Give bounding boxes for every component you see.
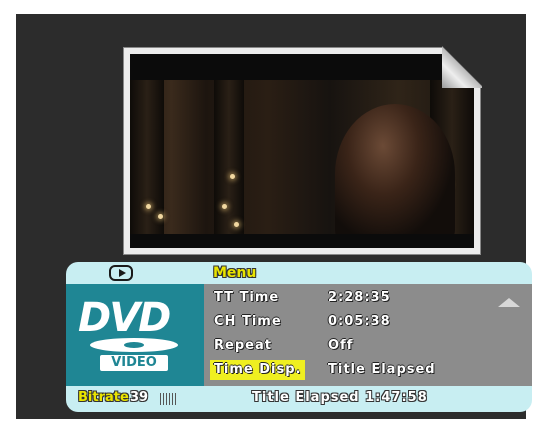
disc-shape xyxy=(90,338,178,352)
settings-list: TT Time 2:28:35 CH Time 0:05:38 Repeat O… xyxy=(204,284,532,386)
setting-row-ch-time[interactable]: CH Time 0:05:38 xyxy=(204,312,532,336)
status-bar: Bitrate 39 Title Elapsed 1:47:58 xyxy=(66,386,532,412)
logo-sub: VIDEO xyxy=(100,355,168,371)
setting-label-selected: Time Disp. xyxy=(210,360,306,380)
candle-light xyxy=(222,204,227,209)
meter-tick xyxy=(160,393,161,405)
candle-light xyxy=(146,204,151,209)
setting-label: Repeat xyxy=(214,338,272,353)
meter-tick xyxy=(166,393,167,405)
candle-light xyxy=(230,174,235,179)
scene-pillar xyxy=(214,80,244,234)
video-preview xyxy=(130,54,474,248)
dvd-video-logo: DVD VIDEO xyxy=(66,284,204,386)
scroll-up-icon[interactable] xyxy=(498,298,520,307)
bitrate-label: Bitrate xyxy=(78,390,129,405)
bitrate-value: 39 xyxy=(130,390,149,405)
setting-row-tt-time[interactable]: TT Time 2:28:35 xyxy=(204,288,532,312)
meter-tick xyxy=(163,393,164,405)
setting-value: Title Elapsed xyxy=(328,362,436,377)
setting-label: TT Time xyxy=(214,290,280,305)
setting-label: CH Time xyxy=(214,314,282,329)
meter-tick xyxy=(172,393,173,405)
menu-header: Menu xyxy=(66,262,532,284)
bitrate-meter xyxy=(160,393,176,405)
osd-menu-panel: Menu DVD VIDEO TT Time 2:28:35 CH Time 0… xyxy=(66,262,532,412)
setting-row-time-disp[interactable]: Time Disp. Title Elapsed xyxy=(204,360,532,384)
tv-screen: Menu DVD VIDEO TT Time 2:28:35 CH Time 0… xyxy=(16,14,532,419)
letterbox-bottom xyxy=(130,234,474,248)
candle-light xyxy=(158,214,163,219)
logo-brand: DVD xyxy=(78,295,171,341)
letterbox-top xyxy=(130,54,474,80)
setting-value: Off xyxy=(328,338,354,353)
setting-value: 0:05:38 xyxy=(328,314,391,329)
setting-row-repeat[interactable]: Repeat Off xyxy=(204,336,532,360)
setting-value: 2:28:35 xyxy=(328,290,391,305)
play-icon[interactable] xyxy=(109,265,133,281)
meter-tick xyxy=(175,393,176,405)
scene-pillar xyxy=(130,80,164,234)
scene-figure xyxy=(335,104,455,244)
page-curl-corner xyxy=(442,46,482,88)
video-preview-frame xyxy=(124,46,482,254)
elapsed-time-display: Title Elapsed 1:47:58 xyxy=(252,390,428,405)
menu-title: Menu xyxy=(213,265,257,281)
meter-tick xyxy=(169,393,170,405)
candle-light xyxy=(234,222,239,227)
